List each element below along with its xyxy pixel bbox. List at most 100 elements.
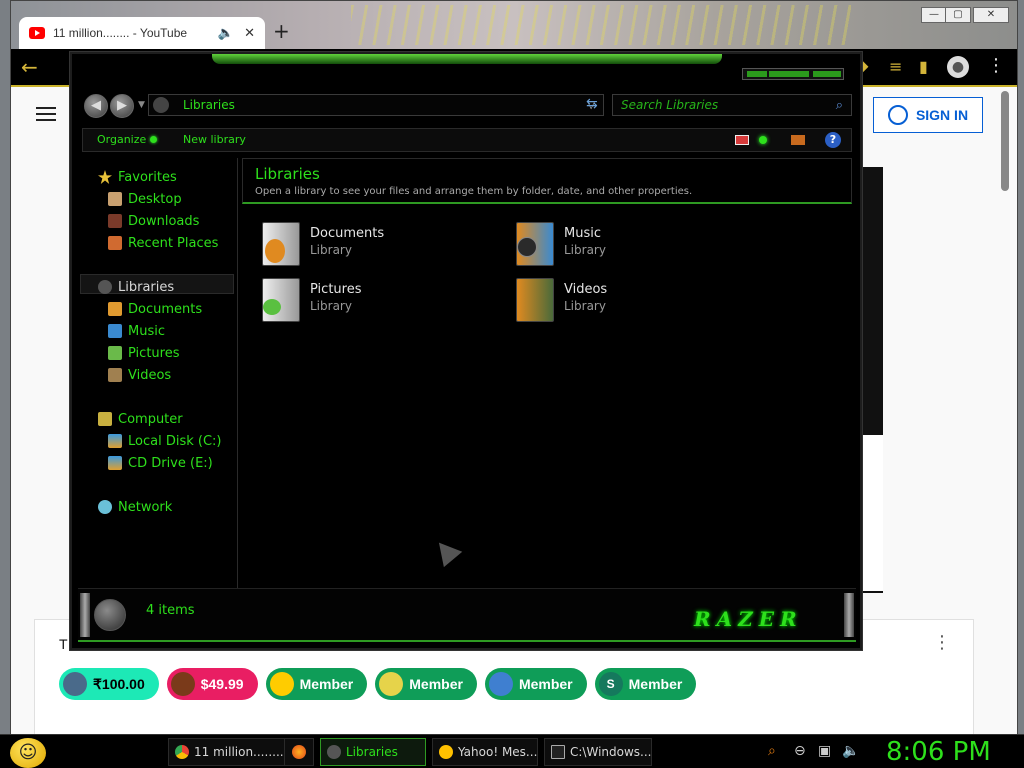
recent-places-icon xyxy=(108,236,122,250)
nav-music[interactable]: Music xyxy=(108,322,165,340)
close-window-button[interactable]: ✕ xyxy=(973,7,1009,23)
taskbar: ☺ 11 million........ Libraries Yahoo! Me… xyxy=(0,734,1024,768)
address-bar[interactable]: Libraries ▽ xyxy=(148,94,604,116)
new-tab-button[interactable]: + xyxy=(273,19,290,43)
preview-pane-icon[interactable] xyxy=(791,135,805,145)
taskbar-cmd[interactable]: C:\Windows... xyxy=(544,738,652,766)
chip-49-99[interactable]: $49.99 xyxy=(166,668,258,700)
library-music[interactable]: Music Library xyxy=(516,222,606,266)
status-dot-icon[interactable] xyxy=(759,136,767,144)
sign-in-label: SIGN IN xyxy=(915,107,969,123)
help-icon[interactable]: ? xyxy=(825,132,841,148)
taskbar-yahoo-messenger[interactable]: Yahoo! Mes... xyxy=(432,738,538,766)
address-text: Libraries xyxy=(183,98,235,112)
back-arrow-icon[interactable]: ← xyxy=(21,55,38,79)
computer-icon xyxy=(98,412,112,426)
avatar: S xyxy=(598,672,623,696)
taskbar-libraries[interactable]: Libraries xyxy=(320,738,426,766)
frame-pillar xyxy=(80,593,90,637)
navigation-pane: Favorites Desktop Downloads Recent Place… xyxy=(80,158,238,588)
clock[interactable]: 8:06 PM xyxy=(886,737,991,767)
title-glow xyxy=(212,54,722,64)
chip-label: Member xyxy=(299,676,354,692)
nav-computer[interactable]: Computer xyxy=(98,410,183,428)
nav-local-disk[interactable]: Local Disk (C:) xyxy=(108,432,221,450)
library-documents[interactable]: Documents Library xyxy=(262,222,384,266)
hamburger-menu-icon[interactable] xyxy=(36,107,56,121)
nav-videos[interactable]: Videos xyxy=(108,366,171,384)
network-icon xyxy=(98,500,112,514)
organize-button[interactable]: Organize xyxy=(97,133,158,146)
razer-logo: RAZER xyxy=(694,607,803,631)
forward-button[interactable]: ▶ xyxy=(110,94,134,118)
window-controls[interactable] xyxy=(742,68,844,80)
media-queue-icon[interactable]: ≡ xyxy=(889,57,902,76)
tab-title: 11 million........ - YouTube xyxy=(53,26,188,40)
disk-icon xyxy=(108,434,122,448)
library-videos[interactable]: Videos Library xyxy=(516,278,607,322)
page-scrollbar[interactable] xyxy=(1001,91,1009,191)
videos-library-icon xyxy=(516,278,554,322)
new-library-button[interactable]: New library xyxy=(183,133,246,146)
search-input[interactable]: Search Libraries ⌕ xyxy=(612,94,852,116)
desktop-icon xyxy=(108,192,122,206)
library-header: Libraries Open a library to see your fil… xyxy=(242,158,852,204)
nav-favorites[interactable]: Favorites xyxy=(98,168,177,186)
chip-member[interactable]: Member xyxy=(375,668,477,700)
extension-icon[interactable]: ⏵ xyxy=(861,57,869,77)
frame-pillar xyxy=(844,593,854,637)
chip-member[interactable]: Member xyxy=(484,668,587,700)
library-pictures[interactable]: Pictures Library xyxy=(262,278,361,322)
chat-header: T xyxy=(59,636,68,652)
back-button[interactable]: ◀ xyxy=(84,94,108,118)
mouse-cursor-icon xyxy=(429,534,463,568)
browser-tab[interactable]: 11 million........ - YouTube 🔈 ✕ xyxy=(19,17,265,49)
nav-pictures[interactable]: Pictures xyxy=(108,344,179,362)
view-options-icon[interactable] xyxy=(735,135,749,145)
search-tray-icon[interactable]: ⌕ xyxy=(768,743,776,759)
nav-downloads[interactable]: Downloads xyxy=(108,212,199,230)
minus-tray-icon[interactable]: ⊖ xyxy=(794,743,806,759)
search-icon[interactable]: ⌕ xyxy=(836,98,843,113)
music-icon xyxy=(108,324,122,338)
close-tab-icon[interactable]: ✕ xyxy=(244,26,255,41)
item-count: 4 items xyxy=(146,603,195,618)
minimize-button[interactable]: — xyxy=(921,7,947,23)
pictures-icon xyxy=(108,346,122,360)
sidepanel-icon[interactable]: ▮ xyxy=(919,57,928,76)
speaker-icon[interactable]: 🔈 xyxy=(218,26,234,41)
start-button[interactable]: ☺ xyxy=(10,738,46,768)
chip-100-rupees[interactable]: ₹100.00 xyxy=(59,668,159,700)
account-icon xyxy=(887,105,908,125)
video-player[interactable] xyxy=(861,167,883,593)
chip-label: $49.99 xyxy=(200,676,244,692)
avatar xyxy=(170,672,195,696)
avatar xyxy=(379,672,404,696)
libraries-icon xyxy=(327,745,341,759)
chrome-icon xyxy=(175,745,189,759)
status-bar: 4 items RAZER xyxy=(78,588,856,642)
profile-avatar-icon[interactable]: ● xyxy=(947,56,969,78)
yahoo-messenger-icon xyxy=(439,745,453,759)
sign-in-button[interactable]: SIGN IN xyxy=(873,97,983,133)
refresh-icon[interactable]: ⇆ xyxy=(586,96,598,112)
volume-tray-icon[interactable]: 🔈 xyxy=(842,743,859,759)
more-options-icon[interactable]: ⋮ xyxy=(933,632,951,653)
avatar xyxy=(488,672,513,696)
nav-cd-drive[interactable]: CD Drive (E:) xyxy=(108,454,213,472)
documents-library-icon xyxy=(262,222,300,266)
tab-strip: 11 million........ - YouTube 🔈 ✕ + — ▢ ✕ xyxy=(11,1,1017,49)
browser-menu-icon[interactable]: ⋮ xyxy=(987,55,1005,76)
nav-desktop[interactable]: Desktop xyxy=(108,190,182,208)
maximize-button[interactable]: ▢ xyxy=(945,7,971,23)
nav-libraries[interactable]: Libraries xyxy=(98,278,174,296)
nav-recent-places[interactable]: Recent Places xyxy=(108,234,218,252)
taskbar-firefox[interactable] xyxy=(284,738,314,766)
chip-member[interactable]: Member xyxy=(265,668,368,700)
recent-pages-dropdown-icon[interactable]: ▼ xyxy=(138,100,145,110)
nav-network[interactable]: Network xyxy=(98,498,172,516)
nav-documents[interactable]: Documents xyxy=(108,300,202,318)
chip-member[interactable]: S Member xyxy=(594,668,697,700)
network-tray-icon[interactable]: ▣ xyxy=(818,743,831,759)
downloads-icon xyxy=(108,214,122,228)
